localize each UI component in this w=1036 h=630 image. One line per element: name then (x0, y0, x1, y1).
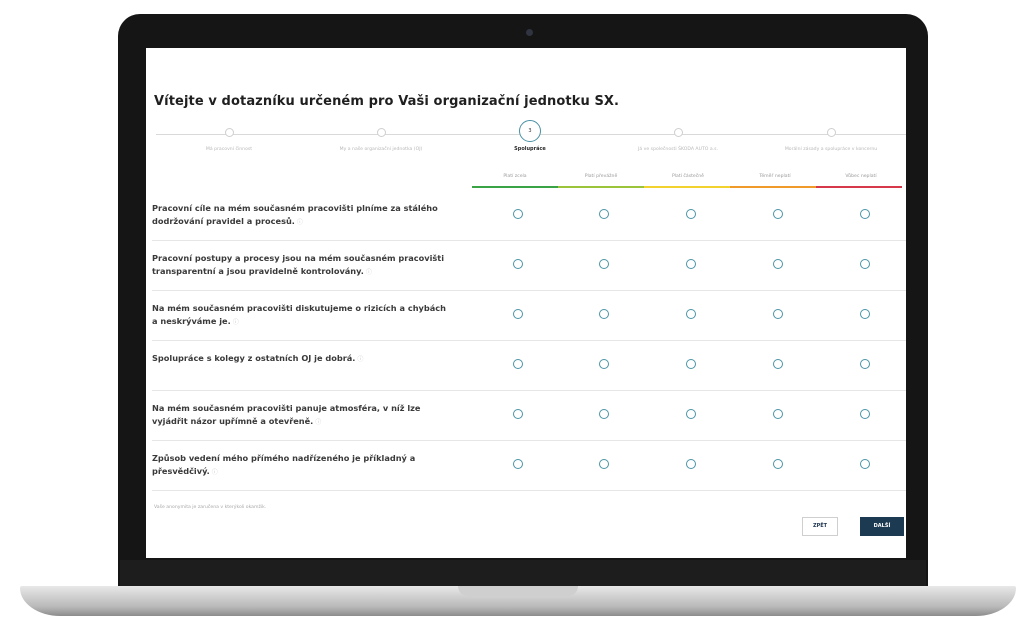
radio-plati-prevazne[interactable] (599, 259, 609, 269)
scale-header: Platí zcela (503, 174, 527, 179)
radio-plati-castecne[interactable] (686, 209, 696, 219)
step-dot (673, 128, 683, 137)
scale-color-bar (730, 186, 816, 188)
scale-color-bar (644, 186, 730, 188)
info-icon[interactable]: ⓘ (212, 469, 218, 476)
radio-vubec-neplati[interactable] (860, 209, 870, 219)
question-text: Pracovní postupy a procesy jsou na mém s… (152, 253, 445, 276)
question-row: Spolupráce s kolegy z ostatních OJ je do… (152, 340, 906, 391)
radio-vubec-neplati[interactable] (860, 259, 870, 269)
step-2[interactable]: My a naše organizační jednotka (OJ) (306, 123, 456, 152)
question-row: Pracovní postupy a procesy jsou na mém s… (152, 240, 906, 291)
step-1[interactable]: Má pracovní činnost (154, 123, 304, 152)
radio-plati-zcela[interactable] (513, 359, 523, 369)
step-dot (376, 128, 386, 137)
info-icon[interactable]: ⓘ (297, 219, 303, 226)
radio-temer-neplati[interactable] (773, 309, 783, 319)
radio-plati-zcela[interactable] (513, 309, 523, 319)
radio-temer-neplati[interactable] (773, 259, 783, 269)
radio-temer-neplati[interactable] (773, 209, 783, 219)
question-row: Na mém současném pracovišti diskutujeme … (152, 290, 906, 341)
info-icon[interactable]: ⓘ (357, 356, 363, 363)
scale-color-bar (558, 186, 644, 188)
info-icon[interactable]: ⓘ (233, 319, 239, 326)
scale-header: Téměř neplatí (759, 174, 791, 179)
scale-color-bar (472, 186, 558, 188)
step-label: Má pracovní činnost (205, 147, 253, 152)
radio-plati-zcela[interactable] (513, 209, 523, 219)
radio-plati-prevazne[interactable] (599, 409, 609, 419)
question-row: Způsob vedení mého přímého nadřízeného j… (152, 440, 906, 491)
radio-plati-castecne[interactable] (686, 459, 696, 469)
question-text: Pracovní cíle na mém současném pracovišt… (152, 203, 438, 226)
question-row: Pracovní cíle na mém současném pracovišt… (152, 190, 906, 241)
back-button[interactable]: ZPĚT (802, 517, 838, 536)
radio-temer-neplati[interactable] (773, 359, 783, 369)
radio-plati-prevazne[interactable] (599, 309, 609, 319)
info-icon[interactable]: ⓘ (366, 269, 372, 276)
step-5[interactable]: Morální zásady a spolupráce v koncernu (756, 123, 906, 152)
radio-plati-castecne[interactable] (686, 259, 696, 269)
step-label: Spolupráce (514, 146, 546, 152)
radio-plati-prevazne[interactable] (599, 359, 609, 369)
radio-vubec-neplati[interactable] (860, 409, 870, 419)
question-row: Na mém současném pracovišti panuje atmos… (152, 390, 906, 441)
radio-plati-castecne[interactable] (686, 359, 696, 369)
page-title: Vítejte v dotazníku určeném pro Vaši org… (154, 94, 620, 109)
radio-vubec-neplati[interactable] (860, 459, 870, 469)
step-dot (224, 128, 234, 137)
radio-vubec-neplati[interactable] (860, 309, 870, 319)
question-text: Spolupráce s kolegy z ostatních OJ je do… (152, 353, 364, 363)
question-text: Způsob vedení mého přímého nadřízeného j… (152, 453, 416, 476)
radio-plati-prevazne[interactable] (599, 459, 609, 469)
step-label: Morální zásady a spolupráce v koncernu (784, 147, 878, 152)
radio-vubec-neplati[interactable] (860, 359, 870, 369)
question-text: Na mém současném pracovišti panuje atmos… (152, 403, 421, 426)
radio-temer-neplati[interactable] (773, 459, 783, 469)
radio-plati-zcela[interactable] (513, 459, 523, 469)
scale-header: Platí převážně (584, 174, 618, 179)
radio-plati-prevazne[interactable] (599, 209, 609, 219)
step-dot (826, 128, 836, 137)
info-icon[interactable]: ⓘ (315, 419, 321, 426)
radio-plati-castecne[interactable] (686, 309, 696, 319)
radio-plati-zcela[interactable] (513, 259, 523, 269)
step-label: My a naše organizační jednotka (OJ) (339, 147, 423, 152)
question-text: Na mém současném pracovišti diskutujeme … (152, 303, 446, 326)
laptop-notch (458, 586, 578, 596)
anonymity-note: Vaše anonymita je zaručena v kterýkoli o… (154, 505, 267, 510)
radio-plati-castecne[interactable] (686, 409, 696, 419)
step-label: Já ve společnosti ŠKODA AUTO a.s. (638, 147, 718, 152)
camera-icon (526, 29, 533, 36)
radio-plati-zcela[interactable] (513, 409, 523, 419)
scale-header: Vůbec neplatí (845, 174, 877, 179)
survey-screen: Vítejte v dotazníku určeném pro Vaši org… (146, 48, 906, 558)
radio-temer-neplati[interactable] (773, 409, 783, 419)
step-dot: 3 (519, 120, 541, 142)
scale-color-bar (816, 186, 902, 188)
next-button[interactable]: DALŠÍ (860, 517, 904, 536)
laptop-chin (120, 560, 926, 586)
step-4[interactable]: Já ve společnosti ŠKODA AUTO a.s. (603, 123, 753, 152)
scale-header: Platí částečně (671, 174, 705, 179)
step-3-active[interactable]: 3 Spolupráce (455, 120, 605, 152)
